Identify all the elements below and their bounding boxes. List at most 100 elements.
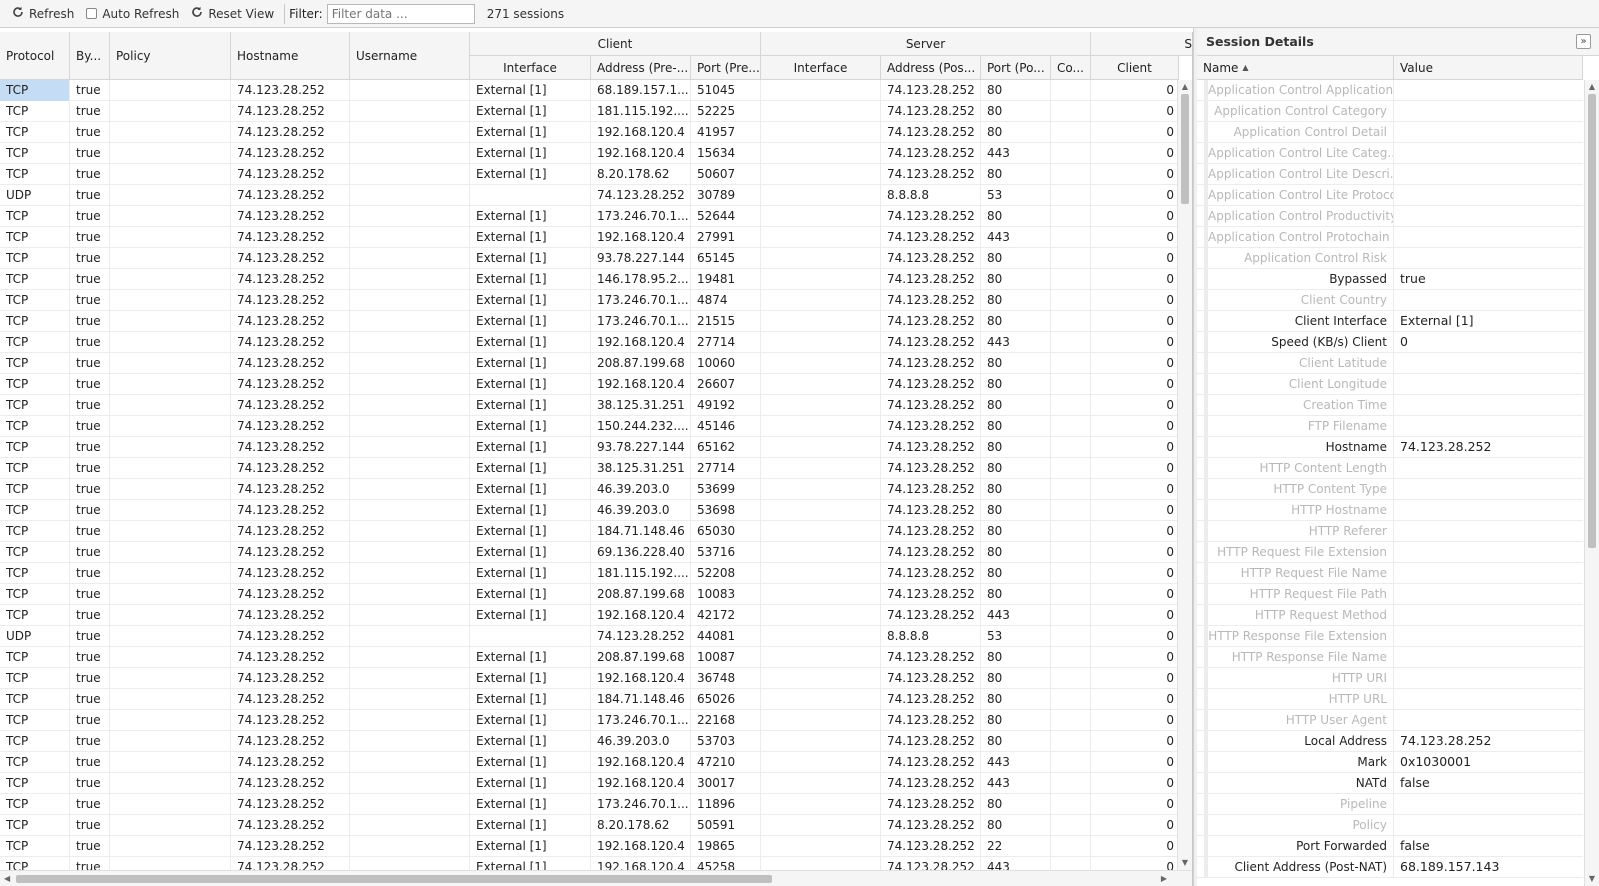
detail-row[interactable]: Client Latitude [1197, 353, 1583, 374]
detail-row[interactable]: Application Control Protochain [1197, 227, 1583, 248]
detail-row[interactable]: Speed (KB/s) Client 0 [1197, 332, 1583, 353]
details-scroll-down-icon[interactable]: ▼ [1587, 874, 1597, 884]
detail-row[interactable]: HTTP Request File Name [1197, 563, 1583, 584]
filter-input[interactable] [326, 3, 475, 24]
session-row[interactable]: TCP true 74.123.28.252 External [1] 184.71.1… [0, 689, 1178, 710]
session-row[interactable]: UDP true 74.123.28.252 74.123.28.252 44081 8.… [0, 626, 1178, 647]
column-header-country[interactable]: Co... [1051, 56, 1091, 80]
detail-row[interactable]: HTTP Hostname [1197, 500, 1583, 521]
column-header-speed-client[interactable]: Client [1091, 56, 1179, 80]
session-row[interactable]: TCP true 74.123.28.252 External [1] 181.115.… [0, 563, 1178, 584]
detail-row[interactable]: Application Control Productivity [1197, 206, 1583, 227]
detail-row[interactable]: Client Country [1197, 290, 1583, 311]
session-row[interactable]: TCP true 74.123.28.252 External [1] 184.71.1… [0, 521, 1178, 542]
detail-row[interactable]: HTTP User Agent [1197, 710, 1583, 731]
session-row[interactable]: TCP true 74.123.28.252 External [1] 192.168.… [0, 773, 1178, 794]
detail-row[interactable]: Client Address (Post-NAT) 68.189.157.143 [1197, 857, 1583, 878]
detail-row[interactable]: Hostname 74.123.28.252 [1197, 437, 1583, 458]
column-header-protocol[interactable]: Protocol [0, 32, 70, 80]
detail-row[interactable]: HTTP Request Method [1197, 605, 1583, 626]
reset-view-button[interactable]: Reset View [185, 3, 280, 25]
column-header-server-address[interactable]: Address (Pos... [881, 56, 981, 80]
detail-row[interactable]: Creation Time [1197, 395, 1583, 416]
session-row[interactable]: TCP true 74.123.28.252 External [1] 208.87.1… [0, 584, 1178, 605]
session-row[interactable]: TCP true 74.123.28.252 External [1] 181.115.… [0, 101, 1178, 122]
detail-row[interactable]: HTTP Response File Extension [1197, 626, 1583, 647]
session-row[interactable]: TCP true 74.123.28.252 External [1] 93.78.22… [0, 437, 1178, 458]
session-row[interactable]: TCP true 74.123.28.252 External [1] 208.87.1… [0, 353, 1178, 374]
grid-vertical-scrollbar[interactable]: ▲ ▼ [1177, 80, 1192, 870]
scroll-down-icon[interactable]: ▼ [1180, 858, 1190, 868]
session-row[interactable]: TCP true 74.123.28.252 External [1] 192.168.… [0, 857, 1178, 870]
column-header-username[interactable]: Username [350, 32, 470, 80]
detail-row[interactable]: Bypassed true [1197, 269, 1583, 290]
scroll-up-icon[interactable]: ▲ [1180, 82, 1190, 92]
details-vertical-scrollbar[interactable]: ▲ ▼ [1584, 80, 1599, 886]
session-row[interactable]: TCP true 74.123.28.252 External [1] 192.168.… [0, 374, 1178, 395]
column-header-client-interface[interactable]: Interface [470, 56, 591, 80]
session-row[interactable]: TCP true 74.123.28.252 External [1] 69.136.2… [0, 542, 1178, 563]
session-row[interactable]: TCP true 74.123.28.252 External [1] 173.246.… [0, 794, 1178, 815]
detail-row[interactable]: Policy [1197, 815, 1583, 836]
grid-horizontal-scroll-thumb[interactable] [16, 875, 772, 883]
session-row[interactable]: TCP true 74.123.28.252 External [1] 192.168.… [0, 143, 1178, 164]
detail-row[interactable]: NATd false [1197, 773, 1583, 794]
session-row[interactable]: TCP true 74.123.28.252 External [1] 173.246.… [0, 290, 1178, 311]
details-scroll-up-icon[interactable]: ▲ [1587, 82, 1597, 92]
detail-row[interactable]: Client Longitude [1197, 374, 1583, 395]
column-header-bypassed[interactable]: By... [70, 32, 110, 80]
session-row[interactable]: TCP true 74.123.28.252 External [1] 146.178.… [0, 269, 1178, 290]
session-row[interactable]: TCP true 74.123.28.252 External [1] 192.168.… [0, 227, 1178, 248]
detail-row[interactable]: Local Address 74.123.28.252 [1197, 731, 1583, 752]
detail-row[interactable]: HTTP URL [1197, 689, 1583, 710]
session-row[interactable]: TCP true 74.123.28.252 External [1] 192.168.… [0, 836, 1178, 857]
detail-row[interactable]: Application Control Lite Categ... [1197, 143, 1583, 164]
session-row[interactable]: TCP true 74.123.28.252 External [1] 38.125.3… [0, 395, 1178, 416]
session-row[interactable]: TCP true 74.123.28.252 External [1] 192.168.… [0, 752, 1178, 773]
session-row[interactable]: TCP true 74.123.28.252 External [1] 46.39.20… [0, 500, 1178, 521]
session-row[interactable]: TCP true 74.123.28.252 External [1] 150.244.… [0, 416, 1178, 437]
detail-row[interactable]: Application Control Lite Descri... [1197, 164, 1583, 185]
column-header-hostname[interactable]: Hostname [231, 32, 350, 80]
group-header-client[interactable]: Client [470, 32, 761, 56]
session-row[interactable]: TCP true 74.123.28.252 External [1] 8.20.178… [0, 164, 1178, 185]
details-header-value[interactable]: Value [1394, 56, 1583, 80]
session-row[interactable]: TCP true 74.123.28.252 External [1] 173.246.… [0, 710, 1178, 731]
session-row[interactable]: TCP true 74.123.28.252 External [1] 173.246.… [0, 206, 1178, 227]
column-header-client-address[interactable]: Address (Pre-... [591, 56, 691, 80]
detail-row[interactable]: Application Control Application [1197, 80, 1583, 101]
collapse-panel-icon[interactable]: » [1576, 34, 1591, 49]
detail-row[interactable]: Application Control Lite Protocol [1197, 185, 1583, 206]
session-row[interactable]: TCP true 74.123.28.252 External [1] 68.189.1… [0, 80, 1178, 101]
column-header-policy[interactable]: Policy [110, 32, 231, 80]
session-row[interactable]: TCP true 74.123.28.252 External [1] 173.246.… [0, 311, 1178, 332]
session-row[interactable]: UDP true 74.123.28.252 74.123.28.252 30789 8.… [0, 185, 1178, 206]
group-header-more[interactable]: S [1091, 32, 1192, 56]
column-header-server-port[interactable]: Port (Po... [981, 56, 1051, 80]
session-row[interactable]: TCP true 74.123.28.252 External [1] 192.168.… [0, 122, 1178, 143]
scroll-left-icon[interactable]: ◀ [4, 874, 10, 883]
column-header-server-interface[interactable]: Interface [761, 56, 881, 80]
scroll-right-icon[interactable]: ▶ [1161, 874, 1167, 883]
detail-row[interactable]: HTTP Response File Name [1197, 647, 1583, 668]
details-vertical-scroll-thumb[interactable] [1588, 94, 1596, 548]
session-row[interactable]: TCP true 74.123.28.252 External [1] 192.168.… [0, 332, 1178, 353]
detail-row[interactable]: HTTP Content Length [1197, 458, 1583, 479]
session-row[interactable]: TCP true 74.123.28.252 External [1] 192.168.… [0, 668, 1178, 689]
session-row[interactable]: TCP true 74.123.28.252 External [1] 8.20.178… [0, 815, 1178, 836]
detail-row[interactable]: Application Control Detail [1197, 122, 1583, 143]
detail-row[interactable]: HTTP Content Type [1197, 479, 1583, 500]
detail-row[interactable]: Client Interface External [1] [1197, 311, 1583, 332]
detail-row[interactable]: Pipeline [1197, 794, 1583, 815]
session-row[interactable]: TCP true 74.123.28.252 External [1] 192.168.… [0, 605, 1178, 626]
details-header-name[interactable]: Name ▲ [1197, 56, 1394, 80]
detail-row[interactable]: HTTP URI [1197, 668, 1583, 689]
session-row[interactable]: TCP true 74.123.28.252 External [1] 208.87.1… [0, 647, 1178, 668]
refresh-button[interactable]: Refresh [6, 3, 80, 25]
session-row[interactable]: TCP true 74.123.28.252 External [1] 46.39.20… [0, 731, 1178, 752]
detail-row[interactable]: Mark 0x1030001 [1197, 752, 1583, 773]
auto-refresh-checkbox[interactable]: Auto Refresh [80, 7, 185, 21]
session-row[interactable]: TCP true 74.123.28.252 External [1] 46.39.20… [0, 479, 1178, 500]
grid-vertical-scroll-thumb[interactable] [1181, 94, 1189, 204]
detail-row[interactable]: HTTP Referer [1197, 521, 1583, 542]
